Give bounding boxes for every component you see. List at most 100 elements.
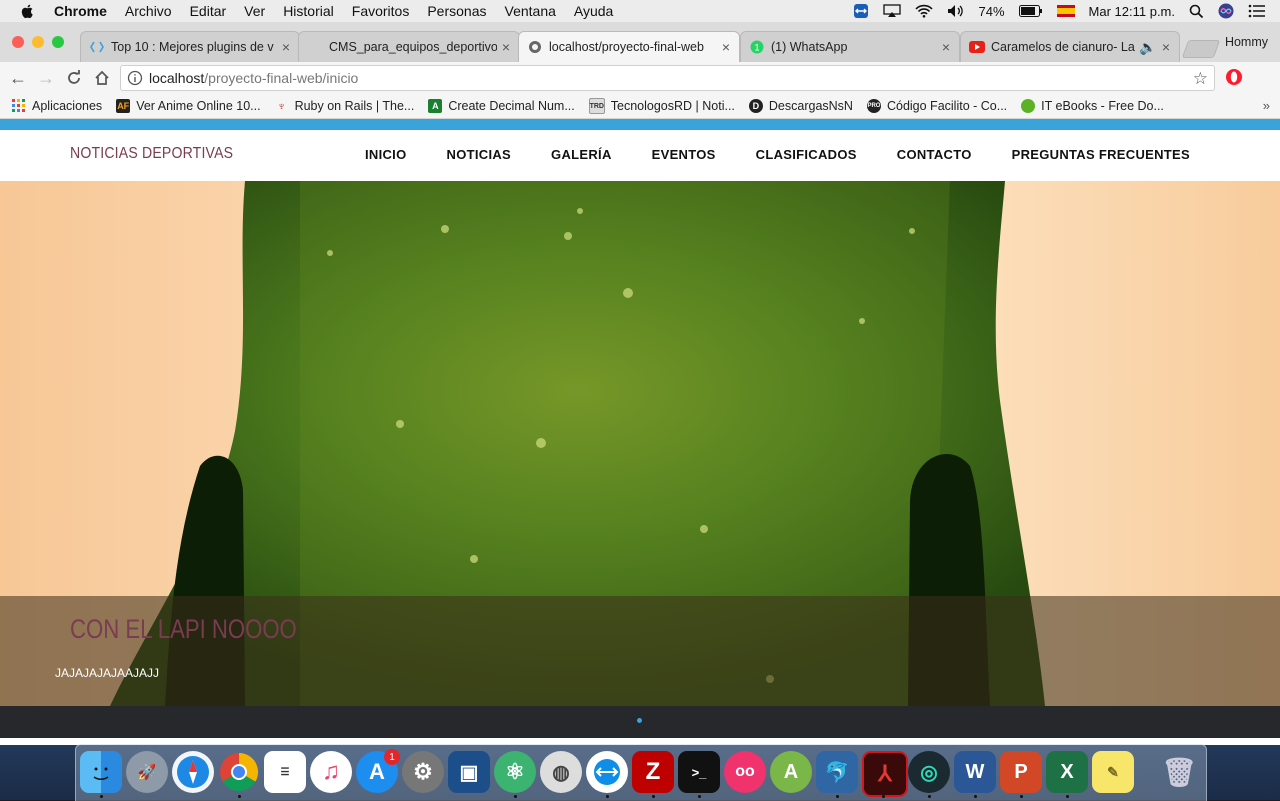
sequel-pro-icon[interactable]: ◍	[540, 751, 582, 793]
menu-favoritos[interactable]: Favoritos	[352, 3, 410, 19]
virtualbox-icon[interactable]: ▣	[448, 751, 490, 793]
site-brand[interactable]: NOTICIAS DEPORTIVAS	[70, 145, 233, 163]
home-icon[interactable]	[92, 68, 112, 88]
tab-cms-equipos[interactable]: CMS_para_equipos_deportivo ×	[298, 31, 520, 62]
filezilla-icon[interactable]: Z	[632, 751, 674, 793]
battery-percent: 74%	[978, 3, 1005, 19]
bookmark-star-icon[interactable]: ☆	[1193, 69, 1208, 89]
audio-playing-icon[interactable]: 🔈	[1139, 39, 1156, 56]
finder-icon[interactable]	[80, 751, 122, 793]
opera-extension-icon[interactable]	[1225, 68, 1243, 86]
slide-caption: CON EL LAPI NOOOO JAJAJAJAJAAJAJJ	[0, 596, 1280, 706]
menu-personas[interactable]: Personas	[427, 3, 486, 19]
adobe-acrobat-icon[interactable]: ⅄	[862, 751, 908, 797]
nav-inicio[interactable]: INICIO	[365, 147, 407, 162]
stickies-icon[interactable]: ✎	[1092, 751, 1134, 793]
menu-historial[interactable]: Historial	[283, 3, 334, 19]
bookmark-label: DescargasNsN	[768, 99, 853, 113]
site-info-icon[interactable]	[127, 70, 143, 86]
tab-title: localhost/proyecto-final-web	[549, 40, 704, 54]
tab-whatsapp[interactable]: 1 (1) WhatsApp ×	[740, 31, 960, 62]
menu-editar[interactable]: Editar	[190, 3, 227, 19]
window-minimize-button[interactable]	[32, 36, 44, 48]
close-tab-icon[interactable]: ×	[717, 39, 735, 55]
terminal-icon[interactable]: >_	[678, 751, 720, 793]
close-tab-icon[interactable]: ×	[937, 39, 955, 55]
bookmark-tecnologosrd[interactable]: TRD TecnologosRD | Noti...	[588, 98, 735, 114]
window-zoom-button[interactable]	[52, 36, 64, 48]
wifi-icon[interactable]	[914, 4, 933, 18]
bookmark-ruby-on-rails[interactable]: ♆ Ruby on Rails | The...	[275, 99, 414, 113]
new-tab-button[interactable]	[1181, 40, 1221, 58]
nav-galeria[interactable]: GALERÍA	[551, 147, 612, 162]
volume-icon[interactable]	[947, 4, 965, 18]
siri-icon[interactable]	[1218, 3, 1234, 19]
reload-icon[interactable]	[64, 68, 84, 88]
profile-name[interactable]: Hommy	[1225, 35, 1268, 49]
web-page: NOTICIAS DEPORTIVAS INICIO NOTICIAS GALE…	[0, 119, 1280, 745]
forward-arrow-icon[interactable]: →	[36, 68, 56, 88]
nav-eventos[interactable]: EVENTOS	[652, 147, 716, 162]
trash-icon[interactable]: 🗑	[1158, 751, 1200, 793]
menu-app-name[interactable]: Chrome	[54, 3, 107, 19]
powerpoint-icon[interactable]: P	[1000, 751, 1042, 793]
atom-icon[interactable]: ⚛	[494, 751, 536, 793]
safari-icon[interactable]	[172, 751, 214, 793]
close-tab-icon[interactable]: ×	[277, 39, 295, 55]
close-tab-icon[interactable]: ×	[1157, 39, 1175, 55]
teamviewer-status-icon[interactable]	[853, 3, 869, 19]
bookmarks-overflow-icon[interactable]: »	[1263, 98, 1270, 113]
battery-icon[interactable]	[1018, 5, 1043, 17]
bookmark-ver-anime[interactable]: AF Ver Anime Online 10...	[116, 99, 261, 113]
running-indicator	[514, 795, 517, 798]
menu-ver[interactable]: Ver	[244, 3, 265, 19]
menu-ayuda[interactable]: Ayuda	[574, 3, 613, 19]
url-host: localhost	[149, 70, 205, 86]
chrome-icon[interactable]	[218, 751, 260, 793]
apple-icon[interactable]	[20, 3, 36, 19]
slide-title[interactable]: CON EL LAPI NOOOO	[70, 614, 297, 645]
nav-contacto[interactable]: CONTACTO	[897, 147, 972, 162]
bookmark-aplicaciones[interactable]: Aplicaciones	[12, 99, 102, 113]
window-close-button[interactable]	[12, 36, 24, 48]
mysql-workbench-icon[interactable]: 🐬	[816, 751, 858, 793]
hero-carousel-slide[interactable]: CON EL LAPI NOOOO JAJAJAJAJAAJAJJ	[0, 181, 1280, 706]
launchpad-icon[interactable]: 🚀	[126, 751, 168, 793]
bookmarks-bar: Aplicaciones AF Ver Anime Online 10... ♆…	[0, 94, 1280, 119]
menu-archivo[interactable]: Archivo	[125, 3, 172, 19]
system-preferences-icon[interactable]: ⚙	[402, 751, 444, 793]
bookmark-label: Create Decimal Num...	[448, 99, 575, 113]
menu-ventana[interactable]: Ventana	[505, 3, 556, 19]
excel-icon[interactable]: X	[1046, 751, 1088, 793]
slide-text: JAJAJAJAJAAJAJJ	[55, 666, 160, 680]
tab-top10-plugins[interactable]: Top 10 : Mejores plugins de v ×	[80, 31, 300, 62]
tab-localhost[interactable]: localhost/proyecto-final-web ×	[518, 31, 740, 62]
bookmark-create-decimal[interactable]: A Create Decimal Num...	[428, 99, 575, 113]
carousel-dot[interactable]	[637, 718, 642, 723]
menubar-clock[interactable]: Mar 12:11 p.m.	[1089, 4, 1175, 19]
running-indicator	[606, 795, 609, 798]
bookmark-label: IT eBooks - Free Do...	[1041, 99, 1164, 113]
apps-grid-icon	[12, 99, 26, 113]
nav-noticias[interactable]: NOTICIAS	[447, 147, 512, 162]
word-icon[interactable]: W	[954, 751, 996, 793]
bookmark-descargasnsn[interactable]: D DescargasNsN	[748, 99, 853, 113]
bookmark-codigo-facilito[interactable]: PRO Código Facilito - Co...	[866, 99, 1007, 113]
flickr-icon[interactable]: oo	[724, 751, 766, 793]
address-bar[interactable]: localhost/proyecto-final-web/inicio ☆	[120, 65, 1215, 91]
airplay-icon[interactable]	[882, 4, 901, 18]
android-studio-icon[interactable]: A	[770, 751, 812, 793]
notification-center-icon[interactable]	[1248, 4, 1266, 18]
tab-youtube[interactable]: Caramelos de cianuro- La 🔈 ×	[960, 31, 1180, 62]
itunes-icon[interactable]: ♫	[310, 751, 352, 793]
teamviewer-icon[interactable]	[586, 751, 628, 793]
close-tab-icon[interactable]: ×	[497, 39, 515, 55]
reminders-icon[interactable]: ☰	[264, 751, 306, 793]
nav-preguntas-frecuentes[interactable]: PREGUNTAS FRECUENTES	[1012, 147, 1190, 162]
bookmark-it-ebooks[interactable]: IT eBooks - Free Do...	[1021, 99, 1164, 113]
spotlight-search-icon[interactable]	[1189, 4, 1204, 19]
gitkraken-icon[interactable]: ◎	[908, 751, 950, 793]
spain-flag-input-icon[interactable]	[1056, 5, 1075, 17]
nav-clasificados[interactable]: CLASIFICADOS	[756, 147, 857, 162]
back-arrow-icon[interactable]: ←	[8, 68, 28, 88]
